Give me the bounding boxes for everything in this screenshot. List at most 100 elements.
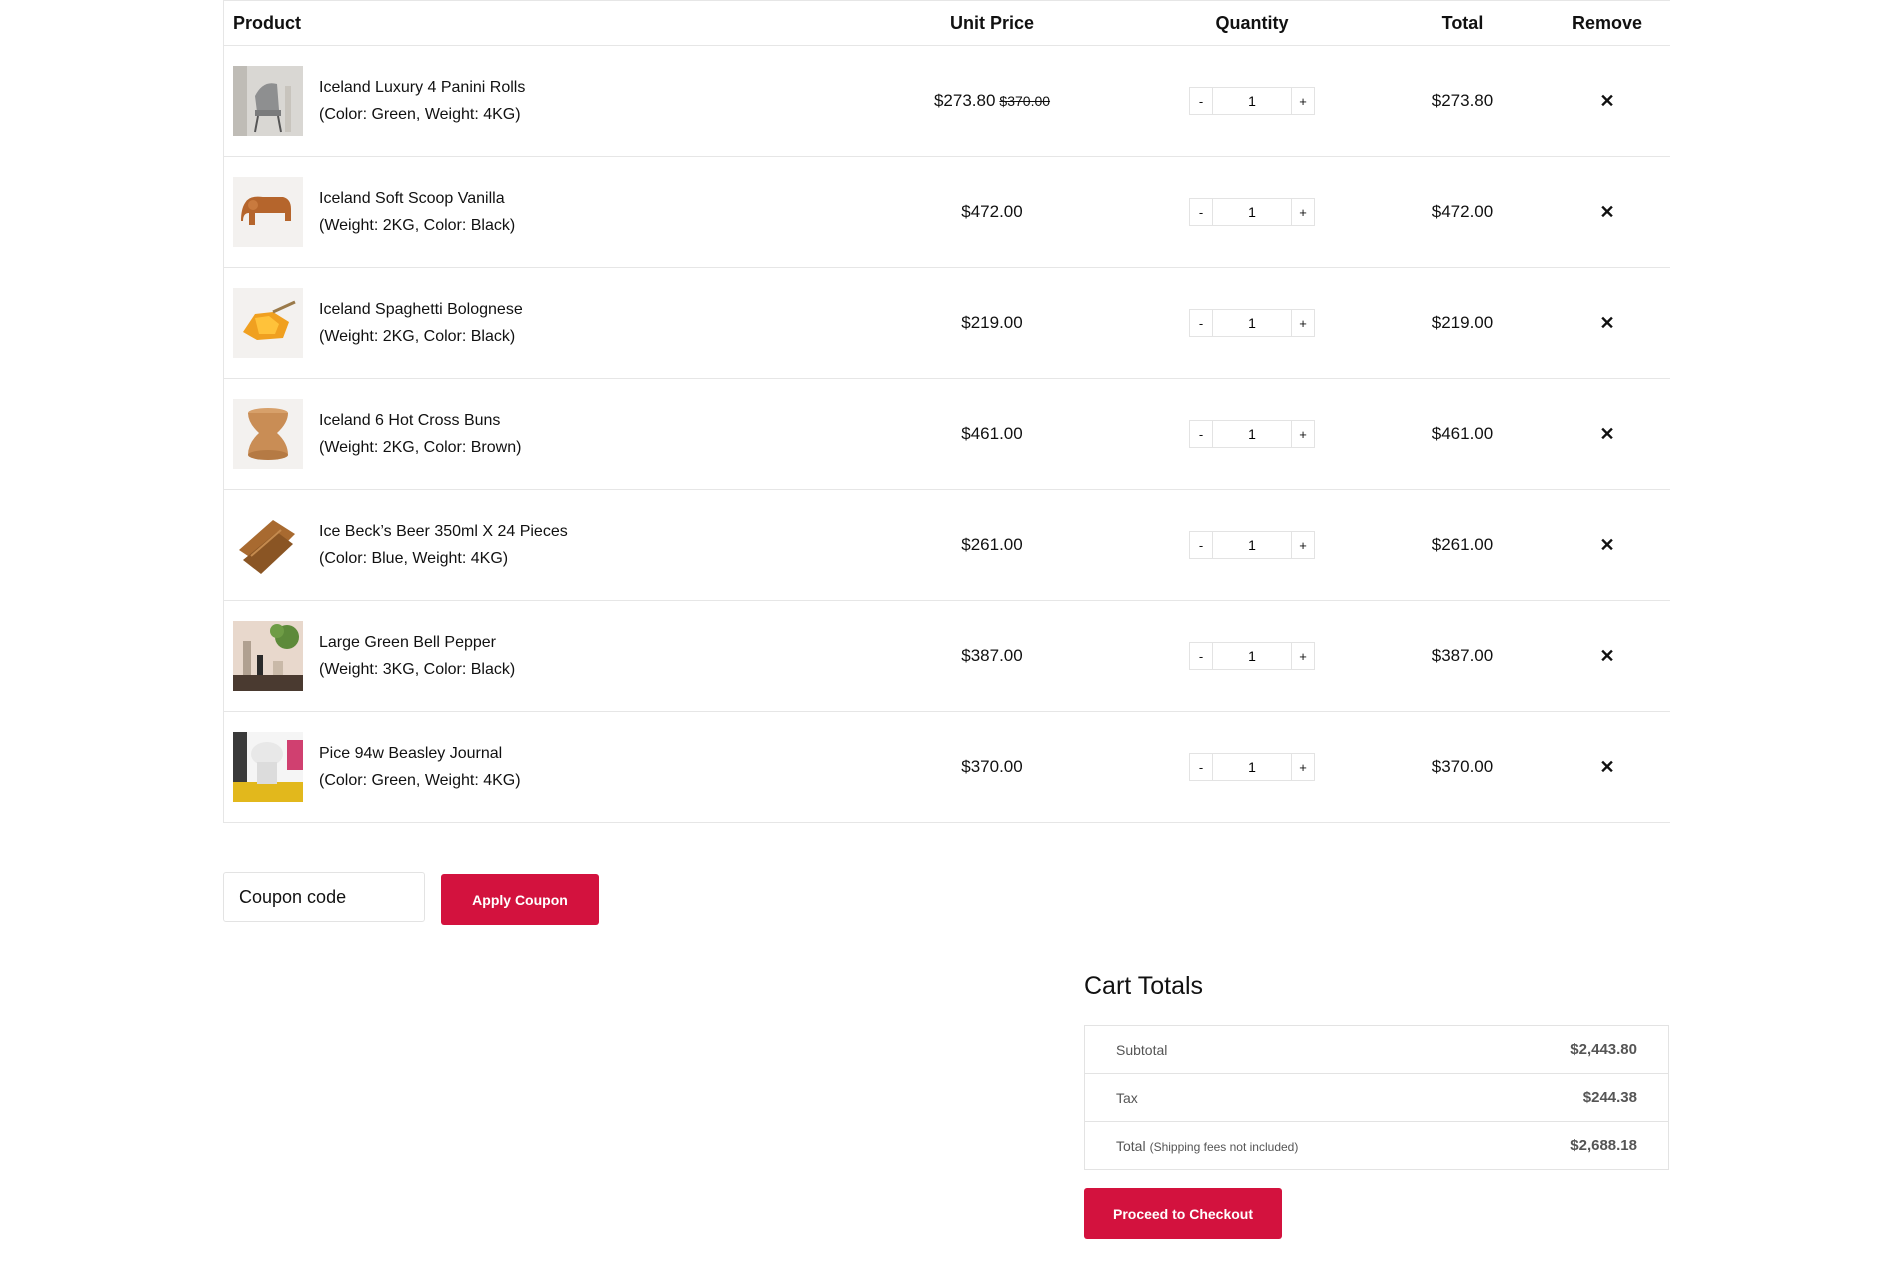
remove-icon[interactable]: ✕: [1599, 313, 1614, 333]
header-total: Total: [1441, 12, 1484, 33]
table-row: Iceland 6 Hot Cross Buns (Weight: 2KG, C…: [224, 379, 1670, 490]
subtotal-label: Subtotal: [1116, 1041, 1168, 1058]
remove-icon[interactable]: ✕: [1599, 535, 1614, 555]
product-cell: Ice Beck’s Beer 350ml X 24 Pieces (Color…: [224, 510, 861, 580]
quantity-input[interactable]: [1213, 642, 1291, 670]
unit-price-value: $370.00: [961, 757, 1023, 776]
decrease-button[interactable]: -: [1189, 198, 1213, 226]
unit-price: $370.00: [861, 757, 1123, 777]
cart-totals-title: Cart Totals: [1084, 972, 1204, 1000]
product-name[interactable]: Iceland Soft Scoop Vanilla: [319, 185, 515, 212]
unit-price: $387.00: [861, 646, 1123, 666]
unit-price-value: $261.00: [961, 535, 1023, 554]
product-cell: Iceland Luxury 4 Panini Rolls (Color: Gr…: [224, 66, 861, 136]
unit-price-value: $273.80: [933, 91, 996, 110]
decrease-button[interactable]: -: [1189, 753, 1213, 781]
table-row: Large Green Bell Pepper (Weight: 3KG, Co…: [224, 601, 1670, 712]
unit-price: $472.00: [861, 202, 1123, 222]
remove-icon[interactable]: ✕: [1599, 91, 1614, 111]
subtotal-value: $2,443.80: [1570, 1041, 1637, 1058]
line-total: $261.00: [1431, 535, 1494, 554]
quantity-input[interactable]: [1213, 309, 1291, 337]
product-thumbnail[interactable]: [233, 510, 303, 580]
total-value: $2,688.18: [1570, 1137, 1637, 1154]
remove-icon[interactable]: ✕: [1599, 202, 1614, 222]
product-thumbnail[interactable]: [233, 621, 303, 691]
quantity-stepper: - +: [1123, 753, 1381, 781]
table-row: Iceland Spaghetti Bolognese (Weight: 2KG…: [224, 268, 1670, 379]
header-remove: Remove: [1571, 12, 1643, 33]
quantity-stepper: - +: [1123, 87, 1381, 115]
shipping-note: (Shipping fees not included): [1149, 1139, 1299, 1154]
product-thumbnail[interactable]: [233, 177, 303, 247]
line-total: $273.80: [1431, 91, 1494, 110]
decrease-button[interactable]: -: [1189, 531, 1213, 559]
header-unit-price: Unit Price: [949, 12, 1035, 33]
decrease-button[interactable]: -: [1189, 309, 1213, 337]
quantity-input[interactable]: [1213, 531, 1291, 559]
line-total: $387.00: [1431, 646, 1494, 665]
product-cell: Iceland Spaghetti Bolognese (Weight: 2KG…: [224, 288, 861, 358]
quantity-stepper: - +: [1123, 198, 1381, 226]
quantity-stepper: - +: [1123, 309, 1381, 337]
tax-label: Tax: [1116, 1089, 1138, 1106]
product-thumbnail[interactable]: [233, 399, 303, 469]
header-quantity: Quantity: [1215, 12, 1289, 33]
decrease-button[interactable]: -: [1189, 420, 1213, 448]
table-row: Pice 94w Beasley Journal (Color: Green, …: [224, 712, 1670, 823]
quantity-input[interactable]: [1213, 420, 1291, 448]
product-thumbnail[interactable]: [233, 732, 303, 802]
quantity-input[interactable]: [1213, 87, 1291, 115]
quantity-stepper: - +: [1123, 531, 1381, 559]
header-product: Product: [233, 12, 302, 33]
subtotal-row: Subtotal $2,443.80: [1085, 1026, 1668, 1074]
coupon-input[interactable]: [223, 872, 425, 922]
unit-price: $261.00: [861, 535, 1123, 555]
product-name[interactable]: Large Green Bell Pepper: [319, 629, 515, 656]
product-name[interactable]: Ice Beck’s Beer 350ml X 24 Pieces: [319, 518, 568, 545]
table-row: Ice Beck’s Beer 350ml X 24 Pieces (Color…: [224, 490, 1670, 601]
unit-price: $461.00: [861, 424, 1123, 444]
product-name[interactable]: Pice 94w Beasley Journal: [319, 740, 521, 767]
increase-button[interactable]: +: [1291, 531, 1315, 559]
table-header: Product Unit Price Quantity Total Remove: [224, 0, 1670, 46]
increase-button[interactable]: +: [1291, 198, 1315, 226]
tax-value: $244.38: [1582, 1089, 1637, 1106]
increase-button[interactable]: +: [1291, 420, 1315, 448]
line-total: $461.00: [1431, 424, 1494, 443]
increase-button[interactable]: +: [1291, 87, 1315, 115]
product-thumbnail[interactable]: [233, 288, 303, 358]
product-name[interactable]: Iceland Spaghetti Bolognese: [319, 296, 523, 323]
line-total: $472.00: [1431, 202, 1494, 221]
increase-button[interactable]: +: [1291, 753, 1315, 781]
table-row: Iceland Luxury 4 Panini Rolls (Color: Gr…: [224, 46, 1670, 157]
increase-button[interactable]: +: [1291, 309, 1315, 337]
product-thumbnail[interactable]: [233, 66, 303, 136]
cart-table: Product Unit Price Quantity Total Remove…: [223, 0, 1670, 823]
decrease-button[interactable]: -: [1189, 642, 1213, 670]
quantity-stepper: - +: [1123, 420, 1381, 448]
product-cell: Pice 94w Beasley Journal (Color: Green, …: [224, 732, 861, 802]
product-attributes: (Color: Green, Weight: 4KG): [319, 106, 521, 123]
product-attributes: (Weight: 2KG, Color: Black): [319, 217, 516, 234]
apply-coupon-button[interactable]: Apply Coupon: [441, 874, 599, 925]
quantity-input[interactable]: [1213, 753, 1291, 781]
remove-icon[interactable]: ✕: [1599, 424, 1614, 444]
old-price: $370.00: [999, 93, 1051, 109]
product-name[interactable]: Iceland 6 Hot Cross Buns: [319, 407, 521, 434]
product-name[interactable]: Iceland Luxury 4 Panini Rolls: [319, 74, 525, 101]
remove-icon[interactable]: ✕: [1599, 757, 1614, 777]
table-row: Iceland Soft Scoop Vanilla (Weight: 2KG,…: [224, 157, 1670, 268]
product-cell: Iceland 6 Hot Cross Buns (Weight: 2KG, C…: [224, 399, 861, 469]
product-attributes: (Weight: 2KG, Color: Black): [319, 328, 516, 345]
quantity-input[interactable]: [1213, 198, 1291, 226]
proceed-to-checkout-button[interactable]: Proceed to Checkout: [1084, 1188, 1282, 1239]
increase-button[interactable]: +: [1291, 642, 1315, 670]
product-attributes: (Color: Green, Weight: 4KG): [319, 772, 521, 789]
decrease-button[interactable]: -: [1189, 87, 1213, 115]
unit-price-value: $461.00: [961, 424, 1023, 443]
remove-icon[interactable]: ✕: [1599, 646, 1614, 666]
tax-row: Tax $244.38: [1085, 1074, 1668, 1122]
product-cell: Large Green Bell Pepper (Weight: 3KG, Co…: [224, 621, 861, 691]
unit-price-value: $472.00: [961, 202, 1023, 221]
